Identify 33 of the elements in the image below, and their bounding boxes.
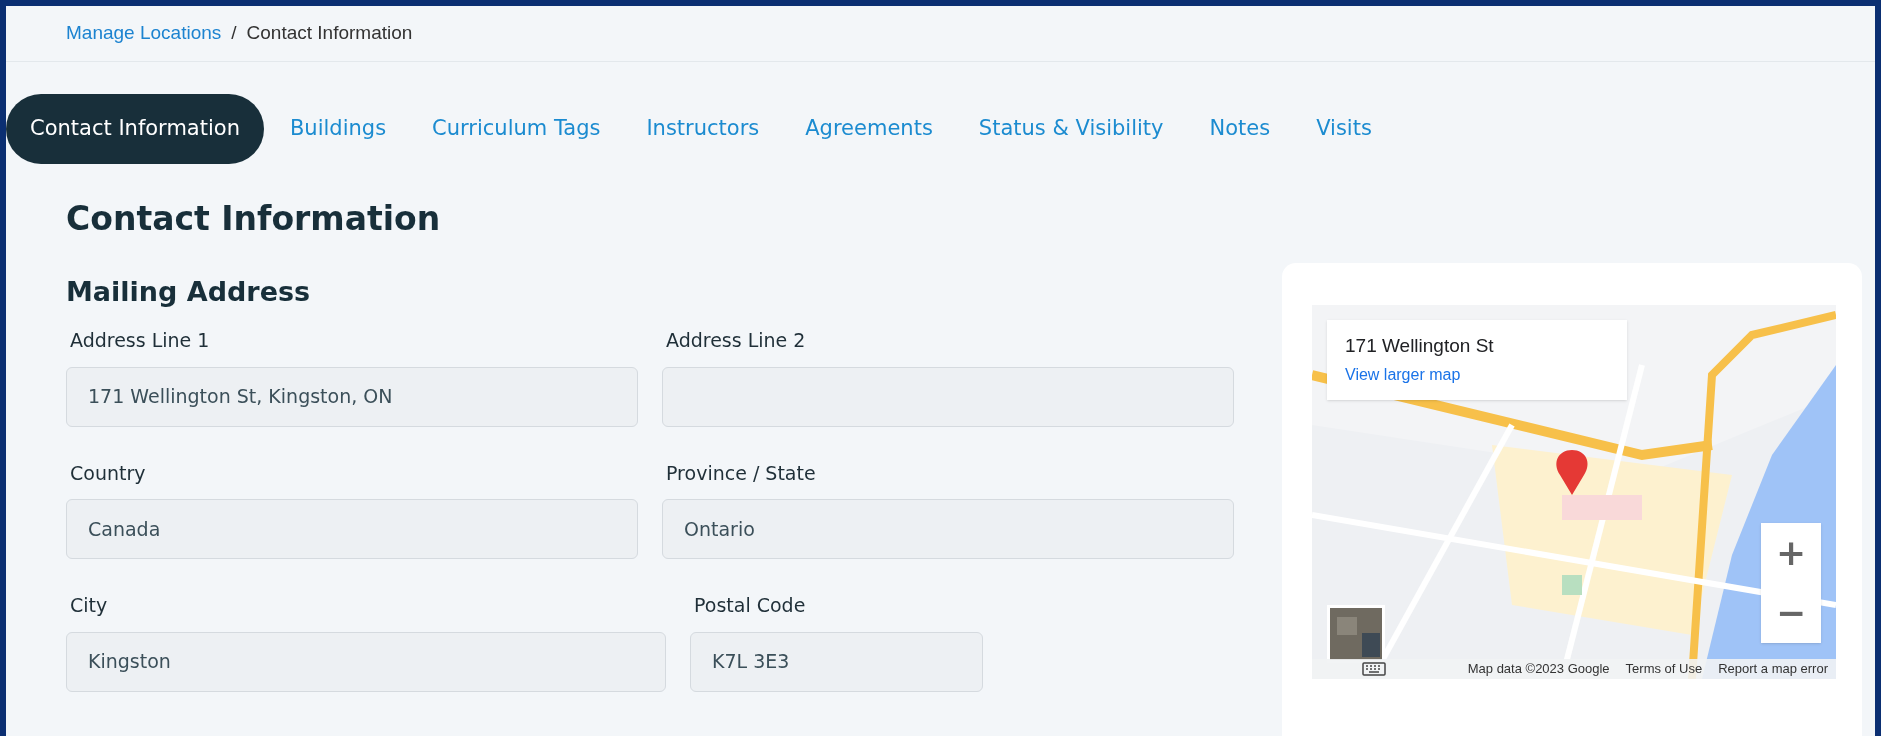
breadcrumb-current: Contact Information [246, 21, 413, 46]
tab[interactable]: Buildings [269, 94, 407, 164]
breadcrumb-separator: / [231, 21, 237, 46]
input-field[interactable] [662, 366, 1234, 427]
field-label: City [69, 593, 109, 618]
map-attribution-text[interactable]: Report a map error [1718, 659, 1828, 679]
map-attribution-text[interactable]: Terms of Use [1625, 659, 1703, 679]
tab[interactable]: Agreements [785, 94, 953, 164]
zoom-in-button[interactable]: + [1761, 523, 1821, 583]
input-field[interactable]: 171 Wellington St, Kingston, ON [66, 366, 638, 427]
map-place-title: 171 Wellington St [1345, 334, 1495, 358]
map-attribution-text: Map data ©2023 Google [1467, 660, 1610, 679]
tab[interactable]: Instructors [626, 94, 780, 164]
tab[interactable]: Notes [1189, 94, 1291, 164]
input-field[interactable]: K7L 3E3 [690, 631, 983, 692]
view-larger-map-link[interactable]: View larger map [1345, 362, 1609, 387]
field-label: Address Line 1 [69, 328, 211, 353]
page-title: Contact Information [66, 198, 442, 240]
tab[interactable]: Visits [1296, 94, 1392, 164]
input-field[interactable]: Canada [66, 499, 638, 559]
breadcrumb-link[interactable]: Manage Locations [66, 19, 222, 48]
tab[interactable]: Status & Visibility [958, 94, 1184, 164]
field-label: Country [69, 460, 147, 486]
tab[interactable]: Curriculum Tags [412, 94, 621, 164]
field-label: Postal Code [693, 593, 807, 618]
input-field[interactable]: Kingston [66, 631, 666, 692]
input-field[interactable]: Ontario [662, 499, 1234, 559]
field-label: Province / State [665, 460, 817, 486]
keyboard-icon [1362, 662, 1386, 676]
field-label: Address Line 2 [665, 328, 807, 353]
section-title: Mailing Address [66, 274, 312, 309]
zoom-out-button[interactable]: − [1761, 583, 1821, 643]
tab[interactable]: Contact Information [6, 94, 264, 164]
